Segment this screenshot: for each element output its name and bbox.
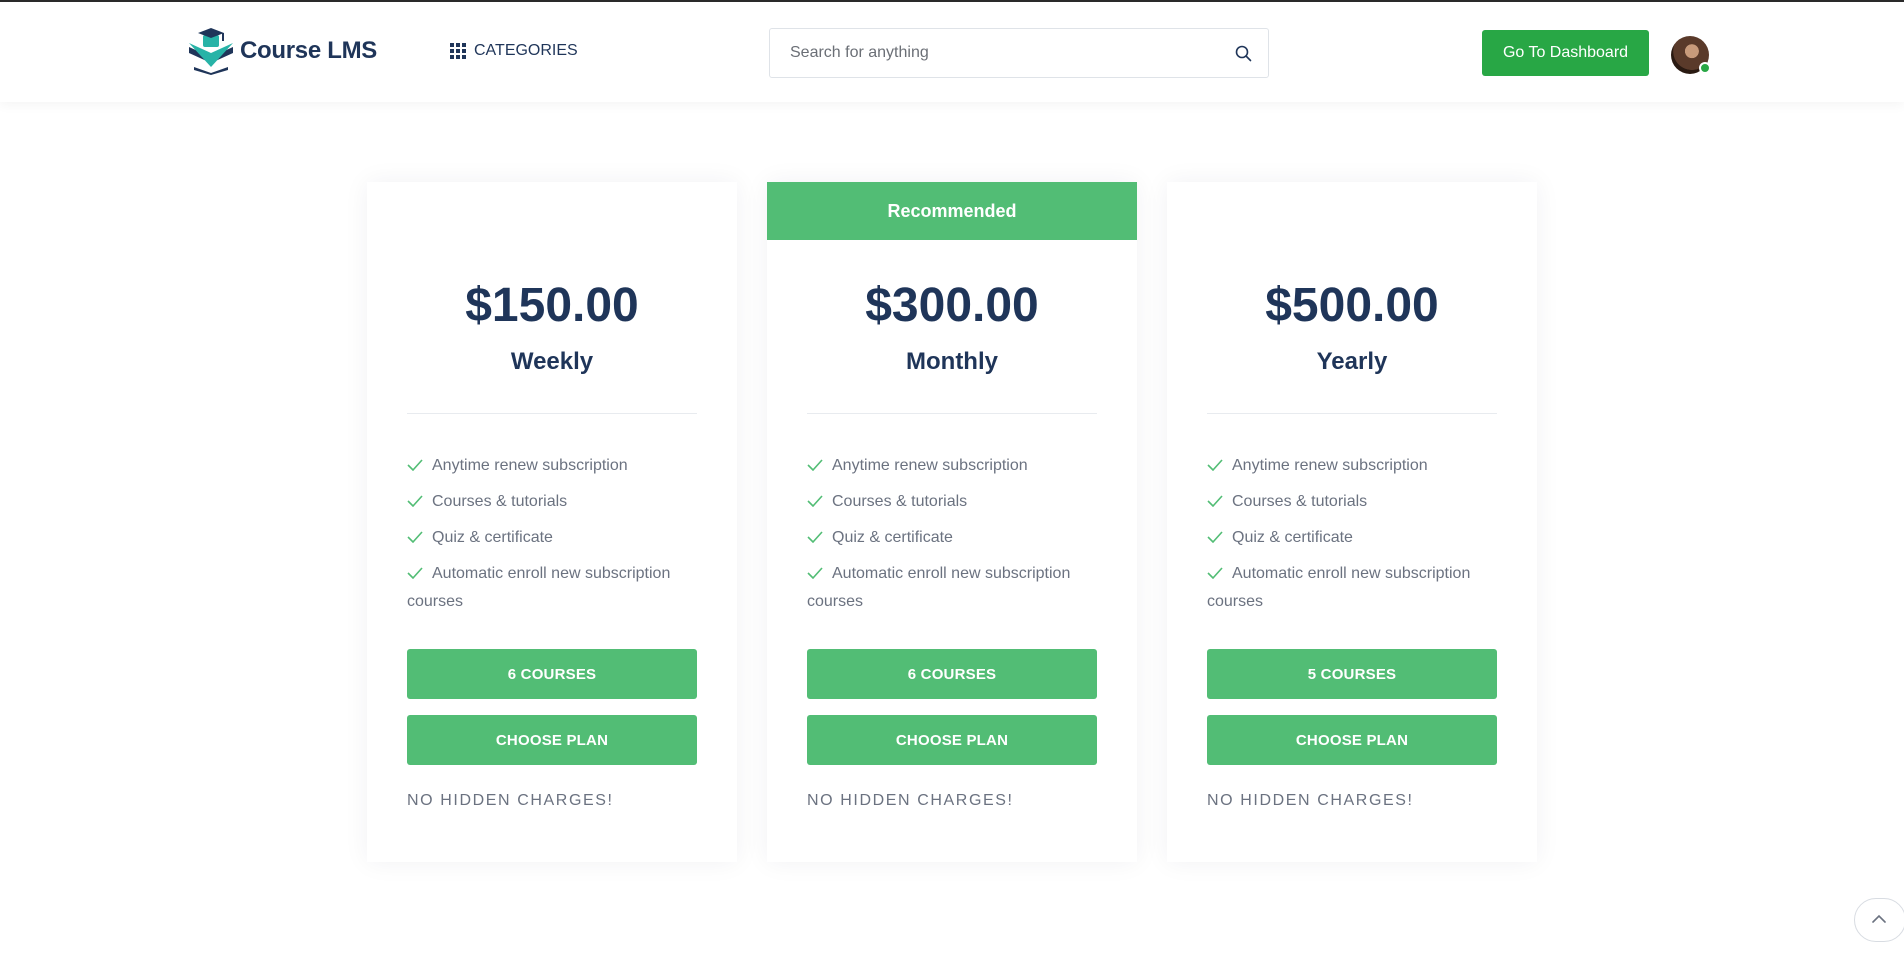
plan-period: Yearly xyxy=(1316,348,1388,375)
plan-card-monthly: Recommended $300.00 Monthly Anytime rene… xyxy=(767,182,1137,862)
scroll-to-top-button[interactable] xyxy=(1854,898,1904,942)
no-hidden-charges-note: NO HIDDEN CHARGES! xyxy=(407,792,614,809)
chevron-up-icon xyxy=(1872,914,1886,923)
courses-count-button[interactable]: 6 COURSES xyxy=(807,649,1097,699)
check-icon xyxy=(1207,531,1223,543)
feature-item: Automatic enroll new subscription course… xyxy=(407,565,671,610)
grid-icon xyxy=(450,43,466,59)
search-input[interactable] xyxy=(770,29,1210,77)
check-icon xyxy=(807,459,823,471)
plan-period: Weekly xyxy=(510,348,594,375)
recommended-ribbon: Recommended xyxy=(767,182,1137,240)
go-to-dashboard-button[interactable]: Go To Dashboard xyxy=(1482,30,1649,76)
avatar[interactable] xyxy=(1671,36,1711,74)
logo-icon xyxy=(189,28,233,75)
search-icon[interactable] xyxy=(1235,45,1252,62)
plan-period: Monthly xyxy=(906,348,998,375)
online-status-indicator xyxy=(1699,62,1711,74)
no-hidden-charges-note: NO HIDDEN CHARGES! xyxy=(1207,792,1414,809)
check-icon xyxy=(1207,459,1223,471)
courses-count-button[interactable]: 5 COURSES xyxy=(1207,649,1497,699)
check-icon xyxy=(407,459,423,471)
navbar: Course LMS CATEGORIES Go To Dashboard xyxy=(0,2,1904,102)
feature-list: Anytime renew subscription Courses & tut… xyxy=(1207,452,1497,624)
logo[interactable]: Course LMS xyxy=(186,27,377,75)
check-icon xyxy=(1207,495,1223,507)
feature-item: Courses & tutorials xyxy=(407,488,697,516)
feature-item: Courses & tutorials xyxy=(1207,488,1497,516)
categories-menu[interactable]: CATEGORIES xyxy=(450,42,578,60)
check-icon xyxy=(407,495,423,507)
check-icon xyxy=(407,567,423,579)
feature-item: Automatic enroll new subscription course… xyxy=(807,565,1071,610)
choose-plan-button[interactable]: CHOOSE PLAN xyxy=(407,715,697,765)
check-icon xyxy=(807,567,823,579)
check-icon xyxy=(1207,567,1223,579)
divider xyxy=(1207,413,1497,414)
feature-list: Anytime renew subscription Courses & tut… xyxy=(807,452,1097,624)
plan-price: $150.00 xyxy=(465,279,639,332)
feature-item: Anytime renew subscription xyxy=(1207,452,1497,480)
plan-card-yearly: $500.00 Yearly Anytime renew subscriptio… xyxy=(1167,182,1537,862)
plan-price: $300.00 xyxy=(865,279,1039,332)
logo-text: Course LMS xyxy=(240,37,378,64)
check-icon xyxy=(407,531,423,543)
divider xyxy=(807,413,1097,414)
choose-plan-button[interactable]: CHOOSE PLAN xyxy=(1207,715,1497,765)
plan-price: $500.00 xyxy=(1265,279,1439,332)
feature-item: Quiz & certificate xyxy=(807,524,1097,552)
check-icon xyxy=(807,531,823,543)
search-box xyxy=(769,28,1269,78)
feature-item: Quiz & certificate xyxy=(407,524,697,552)
plan-card-weekly: $150.00 Weekly Anytime renew subscriptio… xyxy=(367,182,737,862)
feature-item: Courses & tutorials xyxy=(807,488,1097,516)
divider xyxy=(407,413,697,414)
check-icon xyxy=(807,495,823,507)
feature-item: Automatic enroll new subscription course… xyxy=(1207,565,1471,610)
choose-plan-button[interactable]: CHOOSE PLAN xyxy=(807,715,1097,765)
categories-label: CATEGORIES xyxy=(474,42,578,59)
feature-item: Anytime renew subscription xyxy=(807,452,1097,480)
feature-item: Anytime renew subscription xyxy=(407,452,697,480)
courses-count-button[interactable]: 6 COURSES xyxy=(407,649,697,699)
feature-list: Anytime renew subscription Courses & tut… xyxy=(407,452,697,624)
feature-item: Quiz & certificate xyxy=(1207,524,1497,552)
no-hidden-charges-note: NO HIDDEN CHARGES! xyxy=(807,792,1014,809)
